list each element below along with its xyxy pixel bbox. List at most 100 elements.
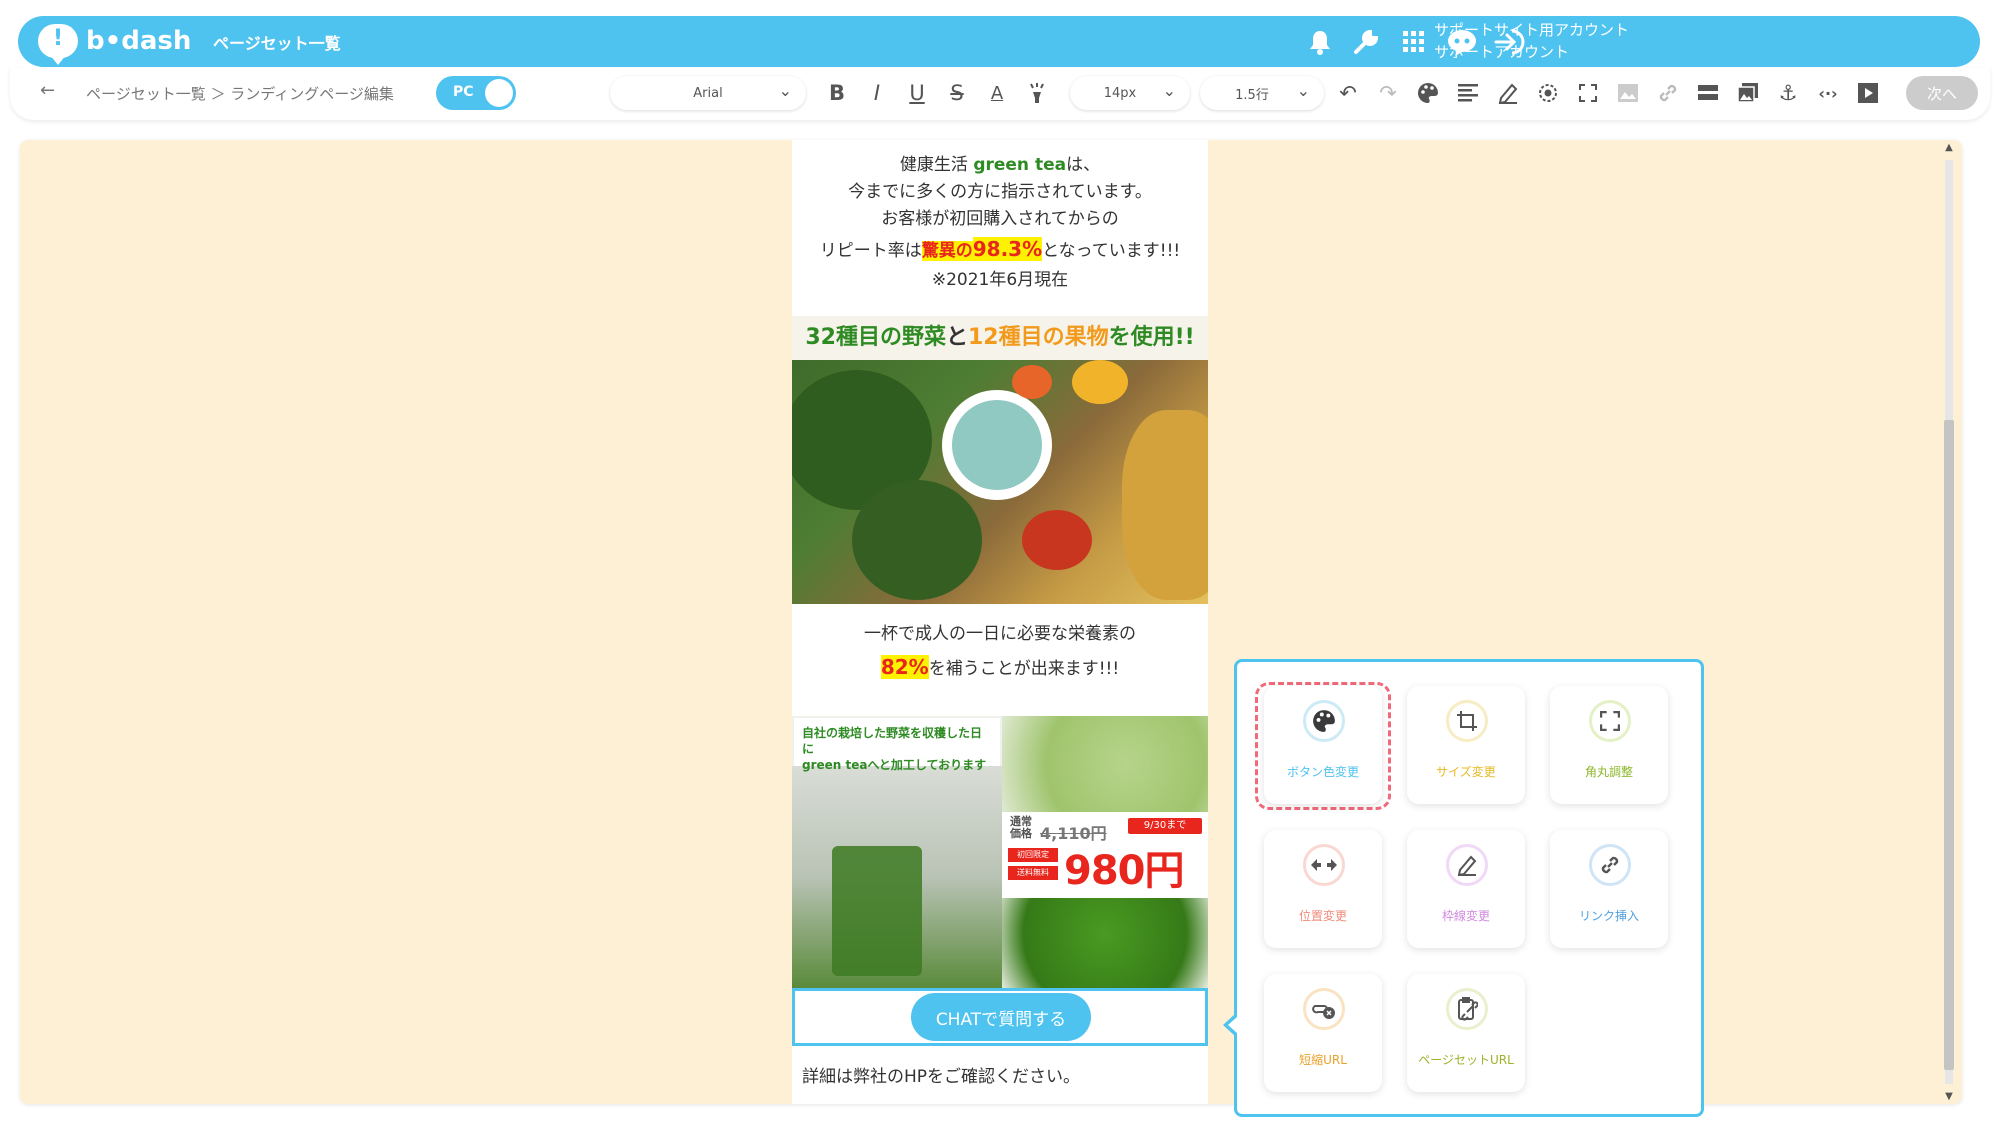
intro-line-5: ※2021年6月現在 <box>931 270 1069 290</box>
intro-line-2: 今までに多くの方に指示されています。 <box>848 182 1152 202</box>
canvas-scrollbar[interactable]: ▲ ▼ <box>1942 140 1956 1104</box>
chat-button-block[interactable]: CHATで質問する <box>792 988 1208 1046</box>
toggle-knob <box>485 79 513 107</box>
chevron-down-icon: ⌄ <box>778 81 792 100</box>
scroll-down-icon[interactable]: ▼ <box>1942 1091 1956 1102</box>
tool-label: 枠線変更 <box>1441 909 1490 923</box>
text-color-button[interactable]: A <box>982 78 1012 108</box>
detail-text[interactable]: 詳細は弊社のHPをご確認ください。 <box>802 1062 1080 1087</box>
vegetables-banner[interactable]: 32種目の野菜と12種目の果物を使用!! <box>792 316 1208 604</box>
editor-toolbar: ← ページセット一覧 ＞ ランディングページ編集 PC Arial ⌄ B I … <box>10 68 1990 120</box>
logo-text: b•dash <box>86 26 192 56</box>
price-banner[interactable]: 自社の栽培した野菜を収穫した日に green teaへと加工しております 通常価… <box>792 716 1208 988</box>
bell-icon[interactable] <box>1304 26 1336 58</box>
scroll-thumb[interactable] <box>1944 420 1954 1070</box>
chevron-down-icon: ⌄ <box>1296 81 1310 100</box>
tool-label: ボタン色変更 <box>1286 765 1359 779</box>
device-toggle[interactable]: PC <box>436 76 516 110</box>
align-icon[interactable] <box>1453 78 1483 108</box>
font-family-select[interactable]: Arial ⌄ <box>610 76 806 110</box>
matcha-powder-photo <box>1002 716 1208 812</box>
vegetables-photo <box>792 360 1208 604</box>
tool-button-color[interactable]: ボタン色変更 <box>1264 686 1382 804</box>
tool-border-change[interactable]: 枠線変更 <box>1407 830 1525 948</box>
tool-position-change[interactable]: 位置変更 <box>1264 830 1382 948</box>
target-icon[interactable] <box>1533 78 1563 108</box>
grid-icon[interactable] <box>1398 26 1430 58</box>
free-shipping-tag: 送料無料 <box>1008 866 1058 880</box>
price-box: 通常価格 4,110円 9/30まで 初回限定 送料無料 980円 <box>1002 812 1208 898</box>
underline-button[interactable]: U <box>902 78 932 108</box>
intro-line-3: お客様が初回購入されてからの <box>881 209 1119 229</box>
breadcrumb[interactable]: ページセット一覧 ＞ ランディングページ編集 <box>86 83 394 104</box>
crop-icon <box>1446 700 1488 742</box>
landing-page-preview: 健康生活 green teaは、 今までに多くの方に指示されています。 お客様が… <box>792 140 1208 1104</box>
device-toggle-label: PC <box>453 84 474 100</box>
gallery-icon[interactable] <box>1733 78 1763 108</box>
link-icon <box>1589 844 1631 886</box>
divider-block-icon[interactable] <box>1693 78 1723 108</box>
logo[interactable]: ! b•dash <box>38 24 192 65</box>
corner-icon <box>1589 700 1631 742</box>
palette-icon[interactable] <box>1413 78 1443 108</box>
tool-label: サイズ変更 <box>1436 765 1496 779</box>
regular-price-label: 通常価格 <box>1010 815 1032 840</box>
app-header: ! b•dash ページセット一覧 サポートサイト用アカウント サポートアカウン… <box>18 16 1980 67</box>
intro-text[interactable]: 健康生活 green teaは、 今までに多くの方に指示されています。 お客様が… <box>792 152 1208 294</box>
pen-border-icon <box>1446 844 1488 886</box>
tool-page-set-url[interactable]: ページセットURL <box>1407 974 1525 1092</box>
smoothie-glass <box>832 846 922 976</box>
chevron-down-icon: ⌄ <box>1162 81 1176 100</box>
broccoli-shape <box>852 480 982 600</box>
palette-icon <box>1303 700 1345 742</box>
pepper-shape <box>1022 510 1092 570</box>
tool-corner-radius[interactable]: 角丸調整 <box>1550 686 1668 804</box>
strikethrough-button[interactable]: S <box>942 78 972 108</box>
image-icon[interactable] <box>1613 78 1643 108</box>
tool-label: 角丸調整 <box>1584 765 1633 779</box>
sale-price: 980円 <box>1064 848 1184 894</box>
pen-icon[interactable] <box>1493 78 1523 108</box>
logo-bubble-icon: ! <box>38 24 78 65</box>
bold-button[interactable]: B <box>822 78 852 108</box>
green-smoothie-photo <box>792 766 1002 988</box>
clipboard-link-icon <box>1446 988 1488 1030</box>
intro-line-1: 健康生活 green teaは、 <box>899 155 1101 175</box>
code-icon[interactable]: ‹·› <box>1813 78 1843 108</box>
scroll-up-icon[interactable]: ▲ <box>1942 142 1956 153</box>
chat-question-button[interactable]: CHATで質問する <box>911 993 1091 1041</box>
link-icon[interactable] <box>1653 78 1683 108</box>
matcha-tea-photo <box>1002 898 1208 988</box>
tool-size-change[interactable]: サイズ変更 <box>1407 686 1525 804</box>
tool-label: 位置変更 <box>1298 909 1347 923</box>
tool-label: ページセットURL <box>1418 1053 1514 1067</box>
fullscreen-icon[interactable] <box>1573 78 1603 108</box>
first-time-tag: 初回限定 <box>1008 848 1058 862</box>
back-arrow-icon[interactable]: ← <box>40 80 55 101</box>
caption-line-2: green teaへと加工しております <box>802 758 987 772</box>
italic-button[interactable]: I <box>862 78 892 108</box>
tool-insert-link[interactable]: リンク挿入 <box>1550 830 1668 948</box>
highlight-icon[interactable] <box>1022 78 1052 108</box>
tool-short-url[interactable]: 短縮URL <box>1264 974 1382 1092</box>
short-url-icon <box>1303 988 1345 1030</box>
redo-icon[interactable]: ↷ <box>1373 78 1403 108</box>
nav-page-set-list[interactable]: ページセット一覧 <box>213 30 341 54</box>
line-height-select[interactable]: 1.5行 ⌄ <box>1200 76 1324 110</box>
carrot-shape <box>1012 365 1052 399</box>
nutrition-text[interactable]: 一杯で成人の一日に必要な栄養素の 82%を補うことが出来ます!!! <box>792 618 1208 686</box>
lemon-shape <box>1072 360 1128 404</box>
button-edit-popover: ボタン色変更 サイズ変更 角丸調整 位置変更 枠線変更 リンク挿入 短縮URL … <box>1223 659 1704 1117</box>
next-button[interactable]: 次へ <box>1906 76 1978 110</box>
banner-title: 32種目の野菜と12種目の果物を使用!! <box>792 316 1208 360</box>
anchor-icon[interactable]: ⚓ <box>1773 78 1803 108</box>
font-size-select[interactable]: 14px ⌄ <box>1070 76 1190 110</box>
font-family-value: Arial <box>693 85 723 101</box>
video-icon[interactable] <box>1853 78 1883 108</box>
tea-in-cup <box>952 400 1042 490</box>
wrench-icon[interactable] <box>1350 26 1382 58</box>
undo-icon[interactable]: ↶ <box>1333 78 1363 108</box>
line-height-value: 1.5行 <box>1235 87 1269 103</box>
logout-icon[interactable] <box>1494 26 1526 58</box>
chat-robot-icon[interactable] <box>1446 26 1478 58</box>
